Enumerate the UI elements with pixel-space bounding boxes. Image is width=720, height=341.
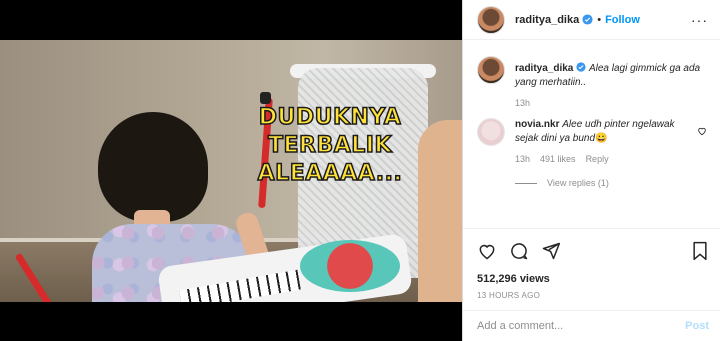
caption-author-avatar[interactable] <box>477 56 505 84</box>
comment-likes[interactable]: 491 likes <box>540 154 576 164</box>
comment-icon[interactable] <box>509 241 529 261</box>
bookmark-icon[interactable] <box>691 241 709 261</box>
toy-drum <box>300 240 400 292</box>
commenter-username[interactable]: novia.nkr <box>515 119 559 130</box>
share-icon[interactable] <box>541 241 561 261</box>
ellipsis-icon[interactable]: ··· <box>691 12 708 28</box>
comment-time: 13h <box>515 154 531 164</box>
replies-divider-line <box>515 182 537 184</box>
author-username[interactable]: raditya_dika <box>515 14 579 26</box>
video-caption-overlay: DUDUKNYA TERBALIK ALEAAAA... <box>235 104 425 188</box>
view-replies[interactable]: View replies (1) <box>515 178 720 188</box>
caption-text-block: raditya_dika Alea lagi gimmick ga ada ya… <box>515 62 709 90</box>
commenter-avatar[interactable] <box>477 118 505 146</box>
author-avatar[interactable] <box>477 5 505 34</box>
post-caption: raditya_dika Alea lagi gimmick ga ada ya… <box>463 56 720 90</box>
post-details-panel: raditya_dika • Follow ··· raditya_dika A… <box>462 0 720 341</box>
post-timestamp: 13 HOURS AGO <box>477 291 541 300</box>
separator-dot: • <box>597 13 602 26</box>
comment-text-block: novia.nkr Alee udh pinter ngelawak sejak… <box>515 118 680 146</box>
comment-input[interactable] <box>477 320 686 332</box>
reply-button[interactable]: Reply <box>586 154 609 164</box>
add-comment-bar: Post <box>463 310 720 341</box>
comment-meta: 13h 491 likes Reply <box>515 154 720 164</box>
caption-username[interactable]: raditya_dika <box>515 63 573 74</box>
like-comment-heart-icon[interactable] <box>697 126 707 136</box>
heart-icon[interactable] <box>477 241 497 261</box>
caption-time: 13h <box>515 98 531 108</box>
post-header: raditya_dika • Follow ··· <box>463 0 720 40</box>
video-player[interactable]: DUDUKNYA TERBALIK ALEAAAA... <box>0 40 462 302</box>
caption-line-2: ALEAAAA... <box>257 160 403 187</box>
view-replies-label[interactable]: View replies (1) <box>547 178 609 188</box>
action-icons-row <box>477 239 709 263</box>
drumstick-tip <box>260 92 271 104</box>
comment-emoji: 😀 <box>595 133 608 144</box>
instagram-post-window: DUDUKNYA TERBALIK ALEAAAA... raditya_dik… <box>0 0 720 341</box>
comment-item: novia.nkr Alee udh pinter ngelawak sejak… <box>463 118 720 146</box>
child-hair <box>98 112 208 222</box>
comments-section: raditya_dika Alea lagi gimmick ga ada ya… <box>463 56 720 188</box>
media-area: DUDUKNYA TERBALIK ALEAAAA... <box>0 0 462 341</box>
follow-button[interactable]: Follow <box>605 14 640 26</box>
verified-badge-icon <box>582 14 593 25</box>
caption-line-1: DUDUKNYA TERBALIK <box>258 104 402 159</box>
post-actions: 512,296 views 13 HOURS AGO <box>463 228 720 300</box>
verified-badge-icon <box>576 62 586 72</box>
post-comment-button[interactable]: Post <box>685 320 709 332</box>
view-count[interactable]: 512,296 views <box>477 273 709 285</box>
